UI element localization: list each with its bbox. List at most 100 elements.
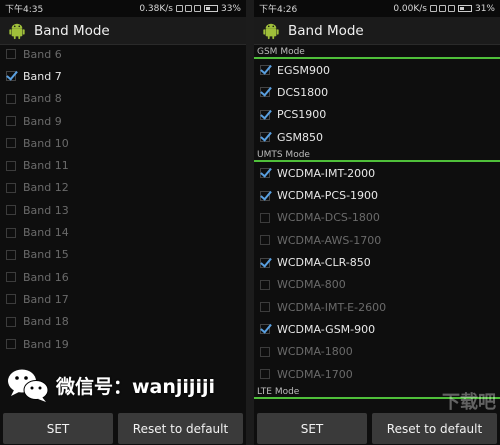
band-list: Band 6 Band 7 Band 8 Band 9 Band 10 Band 11 Ba… (0, 43, 246, 355)
checkbox-unchecked[interactable] (260, 302, 270, 313)
checkbox-unchecked[interactable] (6, 160, 16, 171)
status-time: 下午4:26 (259, 5, 298, 15)
section-header: UMTS Mode (254, 148, 500, 163)
checkbox-unchecked[interactable] (6, 272, 16, 283)
checkbox-row[interactable]: Band 17 (0, 288, 246, 310)
checkbox-unchecked[interactable] (260, 369, 270, 379)
checkbox-unchecked[interactable] (6, 182, 16, 193)
checkbox-row[interactable]: Band 9 (0, 110, 246, 132)
checkbox-row[interactable]: Band 10 (0, 132, 246, 154)
checkbox-row[interactable]: EGSM900 (254, 59, 500, 81)
checkbox-row[interactable]: WCDMA-1800 (254, 341, 500, 363)
checkbox-row[interactable]: WCDMA-IMT-2000 (254, 162, 500, 184)
button-bar: SET Reset to default (0, 412, 246, 445)
checkbox-row[interactable]: GSM850 (254, 126, 500, 148)
checkbox-label: Band 17 (23, 292, 69, 306)
checkbox-label: WCDMA-GSM-900 (277, 322, 376, 336)
checkbox-row[interactable]: WCDMA-800 (254, 274, 500, 296)
reset-to-default-button[interactable]: Reset to default (118, 413, 243, 444)
checkbox-row[interactable]: WCDMA-DCS-1800 (254, 207, 500, 229)
checkbox-checked[interactable] (260, 132, 270, 143)
action-bar: Band Mode (0, 17, 246, 45)
battery-icon (457, 5, 472, 12)
checkbox-row[interactable]: WCDMA-CLR-850 (254, 251, 500, 273)
checkbox-unchecked[interactable] (6, 249, 16, 260)
checkbox-checked[interactable] (260, 109, 270, 120)
button-bar: SET Reset to default (254, 412, 500, 445)
checkbox-row[interactable]: Band 16 (0, 266, 246, 288)
wechat-icon (8, 369, 49, 402)
checkbox-checked[interactable] (260, 257, 270, 268)
checkbox-row[interactable]: WCDMA-AWS-1700 (254, 229, 500, 251)
checkbox-label: WCDMA-CLR-850 (277, 256, 371, 270)
checkbox-row[interactable]: Band 14 (0, 221, 246, 243)
checkbox-label: Band 12 (23, 181, 69, 195)
section-header: GSM Mode (254, 45, 500, 59)
checkbox-row[interactable]: WCDMA-PCS-1900 (254, 184, 500, 206)
checkbox-label: WCDMA-800 (277, 278, 346, 292)
checkbox-unchecked[interactable] (6, 116, 16, 127)
android-icon (9, 23, 25, 39)
checkbox-unchecked[interactable] (6, 93, 16, 104)
checkbox-row[interactable]: Band 18 (0, 311, 246, 333)
checkbox-label: WCDMA-IMT-E-2600 (277, 300, 387, 314)
checkbox-unchecked[interactable] (6, 294, 16, 305)
android-icon (263, 23, 279, 39)
checkbox-unchecked[interactable] (260, 346, 270, 357)
checkbox-unchecked[interactable] (6, 227, 16, 238)
panel-divider (246, 0, 254, 445)
checkbox-unchecked[interactable] (260, 235, 270, 246)
checkbox-row[interactable]: Band 7 (0, 65, 246, 87)
network-speed: 0.38K/s (139, 3, 173, 14)
status-bar: 下午4:35 0.38K/s 33% (0, 0, 246, 17)
right-screen: 下午4:26 0.00K/s 31% Band Mode GSM Mode EGS… (254, 0, 500, 445)
checkbox-label: Band 19 (23, 337, 69, 351)
checkbox-checked[interactable] (260, 190, 270, 201)
checkbox-checked[interactable] (260, 324, 270, 335)
checkbox-label: WCDMA-1700 (277, 367, 353, 381)
reset-to-default-button[interactable]: Reset to default (372, 413, 497, 444)
battery-level: 31% (474, 3, 495, 14)
checkbox-row[interactable]: Band 19 (0, 333, 246, 355)
page-title: Band Mode (288, 22, 364, 39)
checkbox-row[interactable]: WCDMA-IMT-E-2600 (254, 296, 500, 318)
set-button[interactable]: SET (257, 413, 367, 444)
left-screen: 下午4:35 0.38K/s 33% Band Mode Band 6 Band … (0, 0, 246, 445)
checkbox-label: Band 13 (23, 203, 69, 217)
network-speed: 0.00K/s (393, 3, 427, 14)
status-bar: 下午4:26 0.00K/s 31% (254, 0, 500, 17)
checkbox-unchecked[interactable] (260, 212, 270, 223)
set-button[interactable]: SET (3, 413, 113, 444)
checkbox-row[interactable]: WCDMA-GSM-900 (254, 318, 500, 340)
checkbox-checked[interactable] (260, 168, 270, 179)
checkbox-unchecked[interactable] (260, 279, 270, 290)
checkbox-row[interactable]: Band 8 (0, 88, 246, 110)
site-watermark: 下载吧 (442, 392, 496, 413)
checkbox-unchecked[interactable] (6, 138, 16, 149)
page-title: Band Mode (34, 22, 110, 39)
checkbox-row[interactable]: Band 6 (0, 43, 246, 65)
checkbox-label: GSM850 (277, 130, 323, 144)
checkbox-checked[interactable] (260, 65, 270, 76)
checkbox-checked[interactable] (260, 87, 270, 98)
checkbox-label: WCDMA-PCS-1900 (277, 189, 379, 203)
checkbox-row[interactable]: WCDMA-1700 (254, 363, 500, 385)
checkbox-row[interactable]: PCS1900 (254, 104, 500, 126)
checkbox-row[interactable]: Band 11 (0, 154, 246, 176)
checkbox-label: DCS1800 (277, 85, 329, 99)
checkbox-unchecked[interactable] (6, 316, 16, 327)
checkbox-row[interactable]: Band 13 (0, 199, 246, 221)
checkbox-row[interactable]: Band 12 (0, 177, 246, 199)
checkbox-unchecked[interactable] (6, 205, 16, 216)
checkbox-row[interactable]: DCS1800 (254, 81, 500, 103)
checkbox-checked[interactable] (6, 71, 16, 82)
checkbox-label: WCDMA-AWS-1700 (277, 233, 382, 247)
wechat-watermark: 微信号：wanjijiji (6, 366, 215, 404)
checkbox-label: Band 6 (23, 47, 62, 61)
checkbox-unchecked[interactable] (6, 339, 16, 349)
checkbox-row[interactable]: Band 15 (0, 244, 246, 266)
checkbox-unchecked[interactable] (6, 49, 16, 60)
checkbox-label: Band 15 (23, 248, 69, 262)
battery-level: 33% (220, 3, 241, 14)
checkbox-label: Band 8 (23, 92, 62, 106)
